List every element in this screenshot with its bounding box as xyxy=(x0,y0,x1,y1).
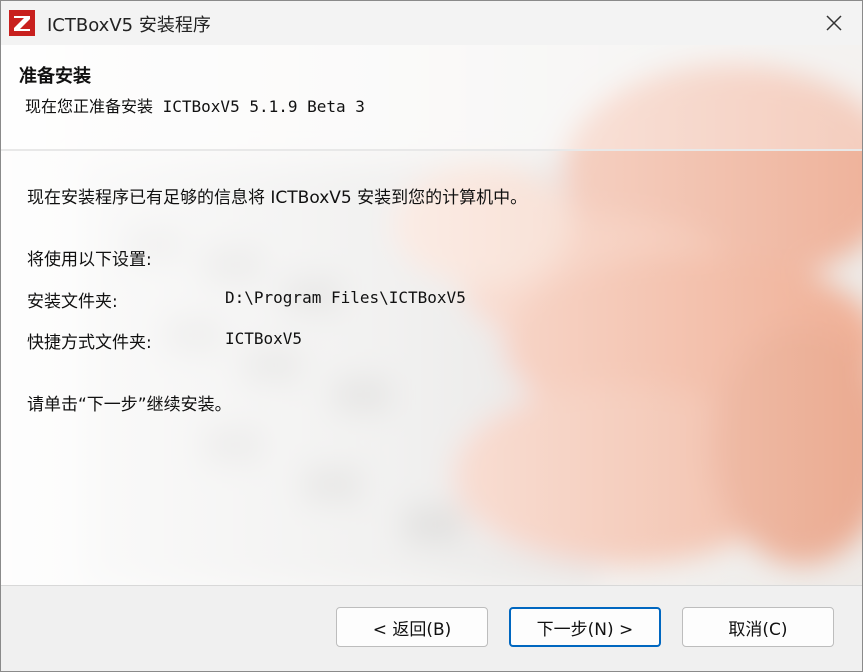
shortcut-folder-label: 快捷方式文件夹: xyxy=(27,333,152,353)
next-button[interactable]: 下一步(N) > xyxy=(509,607,661,647)
page-title: 准备安装 xyxy=(19,66,91,87)
install-folder-value: D:\Program Files\ICTBoxV5 xyxy=(225,288,466,307)
ictbox-logo-icon xyxy=(9,10,35,36)
main-content: 现在安装程序已有足够的信息将 ICTBoxV5 安装到您的计算机中。 将使用以下… xyxy=(1,151,862,585)
shortcut-folder-value: ICTBoxV5 xyxy=(225,329,303,348)
page-subtitle: 现在您正准备安装 ICTBoxV5 5.1.9 Beta 3 xyxy=(25,97,365,116)
installer-window: ICTBoxV5 安装程序 准备安装 现在您正准备安装 ICTBoxV5 5.1… xyxy=(0,0,863,672)
back-button[interactable]: < 返回(B) xyxy=(336,607,488,647)
cancel-button[interactable]: 取消(C) xyxy=(682,607,834,647)
window-title: ICTBoxV5 安装程序 xyxy=(47,15,211,36)
close-button[interactable] xyxy=(812,5,856,41)
install-folder-label: 安装文件夹: xyxy=(27,292,118,312)
close-icon xyxy=(826,15,842,31)
page-header: 准备安装 现在您正准备安装 ICTBoxV5 5.1.9 Beta 3 xyxy=(1,45,862,149)
button-bar: < 返回(B) 下一步(N) > 取消(C) xyxy=(1,586,862,671)
title-bar: ICTBoxV5 安装程序 xyxy=(1,1,862,45)
intro-text: 现在安装程序已有足够的信息将 ICTBoxV5 安装到您的计算机中。 xyxy=(27,188,528,208)
settings-heading: 将使用以下设置: xyxy=(27,250,152,270)
instruction-text: 请单击“下一步”继续安装。 xyxy=(27,395,232,415)
